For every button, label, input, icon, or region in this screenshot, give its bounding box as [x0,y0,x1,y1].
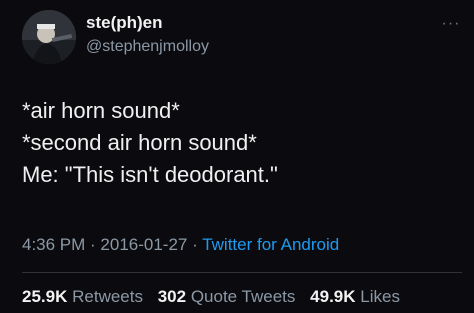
user-handle[interactable]: @stephenjmolloy [86,36,209,58]
tweet-time[interactable]: 4:36 PM [22,235,85,254]
tweet: ste(ph)en @stephenjmolloy ··· *air horn … [0,0,474,313]
tweet-header: ste(ph)en @stephenjmolloy ··· [22,10,462,66]
tweet-text-line: *second air horn sound* [22,130,257,155]
retweets-stat[interactable]: 25.9K Retweets [22,287,143,306]
tweet-text-line: Me: "This isn't deodorant." [22,162,278,187]
retweets-label: Retweets [72,287,143,306]
quote-tweets-stat[interactable]: 302 Quote Tweets [158,287,296,306]
more-options-icon[interactable]: ··· [440,16,462,32]
retweets-count: 25.9K [22,287,68,306]
likes-stat[interactable]: 49.9K Likes [310,287,400,306]
likes-label: Likes [360,287,400,306]
quote-tweets-count: 302 [157,287,187,306]
quote-tweets-label: Quote Tweets [190,287,296,306]
tweet-text-line: *air horn sound* [22,98,180,123]
separator: · [187,235,203,254]
likes-count: 49.9K [310,287,356,306]
tweet-source-link[interactable]: Twitter for Android [202,235,339,254]
display-name[interactable]: ste(ph)en [86,12,209,34]
tweet-text: *air horn sound* *second air horn sound*… [22,95,462,191]
tweet-date[interactable]: 2016-01-27 [100,235,187,254]
avatar[interactable] [22,10,76,64]
engagement-stats: 25.9K Retweets 302 Quote Tweets 49.9K Li… [22,286,410,308]
separator: · [85,235,101,254]
avatar-image [22,10,76,64]
tweet-metadata: 4:36 PM · 2016-01-27 · Twitter for Andro… [22,234,339,256]
user-names: ste(ph)en @stephenjmolloy [86,12,209,58]
divider [22,272,462,273]
